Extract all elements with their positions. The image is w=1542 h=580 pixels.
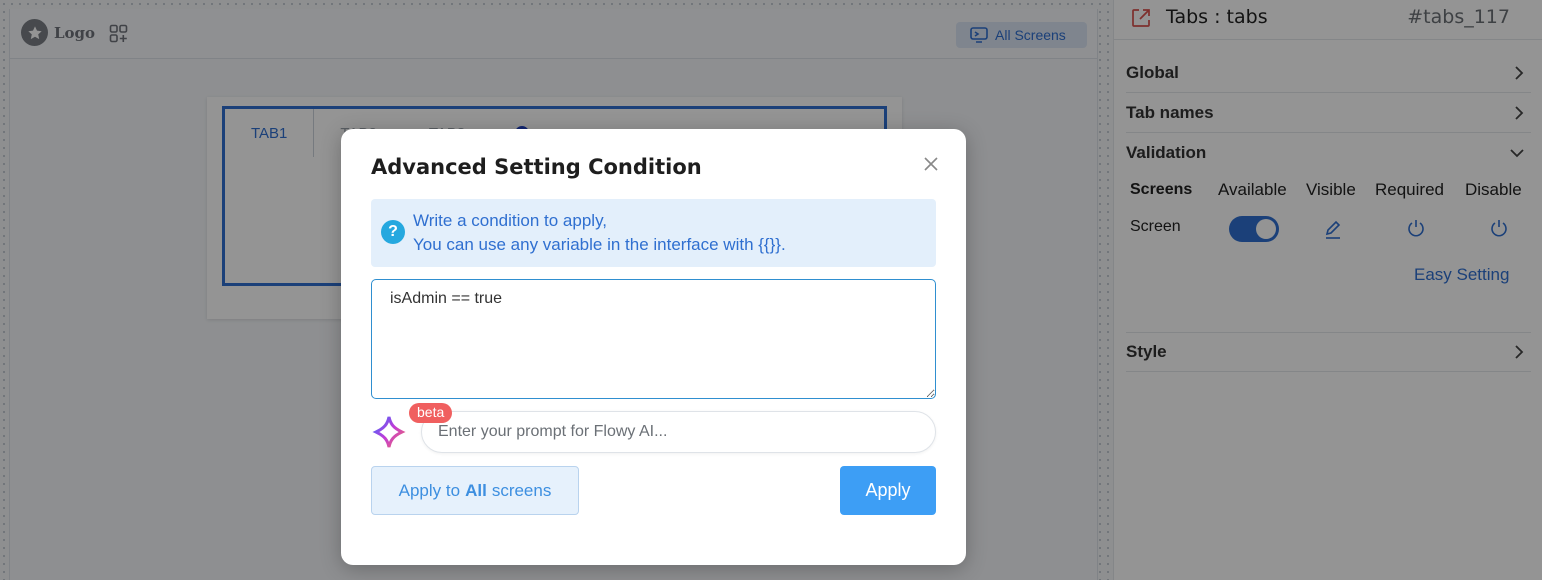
- ai-prompt-input[interactable]: [421, 411, 936, 453]
- sparkle-icon: [371, 414, 407, 450]
- apply-to-all-screens-button[interactable]: Apply to All screens: [371, 466, 579, 515]
- apply-all-bold: All: [465, 480, 487, 500]
- question-icon: ?: [381, 220, 405, 244]
- info-line-2: You can use any variable in the interfac…: [413, 235, 786, 254]
- info-box: ? Write a condition to apply, You can us…: [371, 199, 936, 267]
- info-line-1: Write a condition to apply,: [413, 211, 608, 230]
- beta-badge: beta: [409, 403, 453, 423]
- apply-all-prefix: Apply to: [398, 480, 461, 500]
- modal-title: Advanced Setting Condition: [371, 155, 702, 179]
- apply-button[interactable]: Apply: [840, 466, 936, 515]
- close-icon[interactable]: [922, 155, 940, 173]
- advanced-setting-modal: Advanced Setting Condition ? Write a con…: [341, 129, 966, 565]
- condition-input[interactable]: isAdmin == true: [371, 279, 936, 399]
- apply-all-suffix: screens: [491, 480, 552, 500]
